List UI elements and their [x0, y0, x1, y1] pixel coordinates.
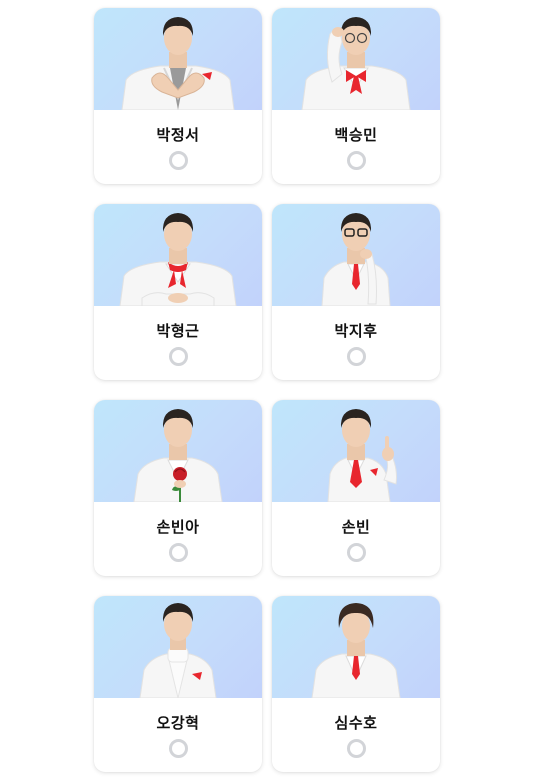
candidate-grid: 박정서 백승민 박형근 박지후 손빈아 손빈 오강혁 심수호	[0, 0, 536, 783]
candidate-card[interactable]: 오강혁	[94, 596, 262, 772]
candidate-name: 심수호	[334, 714, 378, 732]
vote-radio[interactable]	[347, 347, 366, 366]
vote-radio[interactable]	[169, 347, 188, 366]
candidate-card[interactable]: 손빈아	[94, 400, 262, 576]
candidate-card[interactable]: 백승민	[272, 8, 440, 184]
vote-radio[interactable]	[169, 739, 188, 758]
candidate-photo	[94, 596, 262, 698]
candidate-name: 오강혁	[156, 714, 200, 732]
candidate-photo	[272, 8, 440, 110]
vote-radio[interactable]	[347, 543, 366, 562]
candidate-name: 박정서	[156, 126, 200, 144]
candidate-name: 손빈아	[156, 518, 200, 536]
candidate-photo	[272, 400, 440, 502]
candidate-photo	[94, 204, 262, 306]
candidate-name: 박형근	[156, 322, 200, 340]
candidate-photo	[272, 204, 440, 306]
vote-radio[interactable]	[169, 151, 188, 170]
vote-radio[interactable]	[347, 739, 366, 758]
candidate-card[interactable]: 박정서	[94, 8, 262, 184]
candidate-name: 박지후	[334, 322, 378, 340]
candidate-photo	[94, 400, 262, 502]
vote-radio[interactable]	[169, 543, 188, 562]
candidate-photo	[94, 8, 262, 110]
candidate-photo	[272, 596, 440, 698]
candidate-name: 백승민	[334, 126, 378, 144]
candidate-card[interactable]: 박지후	[272, 204, 440, 380]
candidate-name: 손빈	[341, 518, 371, 536]
vote-radio[interactable]	[347, 151, 366, 170]
candidate-card[interactable]: 심수호	[272, 596, 440, 772]
candidate-card[interactable]: 손빈	[272, 400, 440, 576]
candidate-card[interactable]: 박형근	[94, 204, 262, 380]
